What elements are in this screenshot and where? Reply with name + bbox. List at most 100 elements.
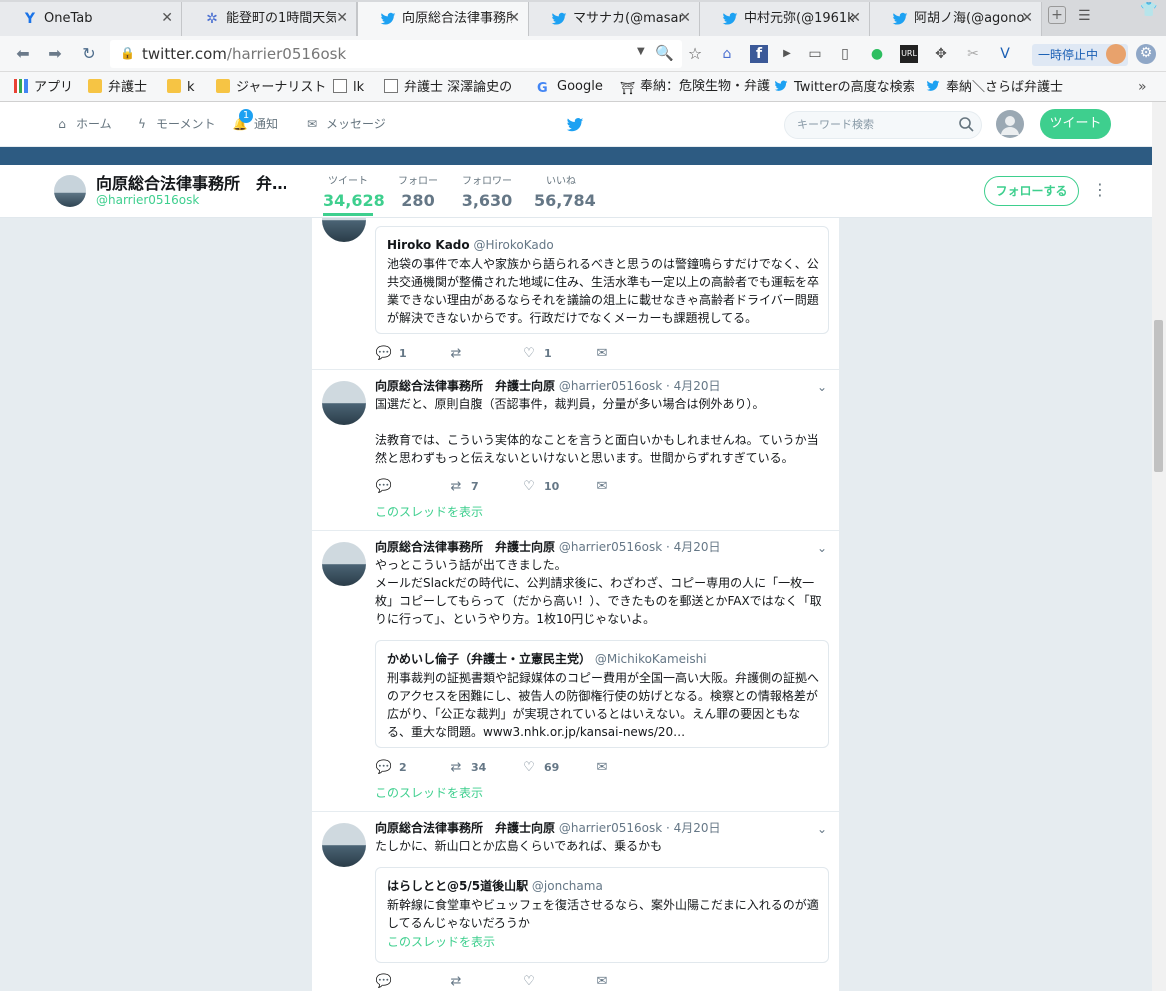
- extension-icon[interactable]: ✂: [964, 45, 982, 63]
- scrollbar[interactable]: [1152, 102, 1166, 991]
- bookmark-folder[interactable]: 弁護士: [88, 79, 147, 96]
- bookmark-page[interactable]: lk: [333, 79, 364, 96]
- retweet-button[interactable]: ⇄ 34: [447, 760, 487, 776]
- forward-icon[interactable]: ➡: [44, 44, 66, 64]
- url-shortener-icon[interactable]: URL: [900, 45, 918, 63]
- reply-button[interactable]: 💬: [375, 974, 399, 990]
- home-icon[interactable]: ⌂: [718, 45, 736, 63]
- vimium-icon[interactable]: V: [996, 45, 1014, 63]
- close-icon[interactable]: ✕: [849, 10, 861, 26]
- follow-button[interactable]: フォローする: [984, 176, 1079, 206]
- search-input[interactable]: キーワード検索: [784, 111, 982, 139]
- profile-name[interactable]: 向原総合法律事務所 弁…: [96, 175, 286, 193]
- chevron-right-icon[interactable]: »: [1138, 79, 1147, 95]
- chevron-down-icon[interactable]: ⌄: [817, 822, 827, 836]
- tweet-author-handle[interactable]: @harrier0516osk · 4月20日: [559, 379, 721, 393]
- reply-button[interactable]: 💬 2: [375, 760, 407, 776]
- profile-handle[interactable]: @harrier0516osk: [96, 193, 199, 207]
- close-icon[interactable]: ✕: [508, 10, 520, 26]
- zoom-icon[interactable]: 🔍: [655, 44, 674, 62]
- tweet-author-handle[interactable]: @harrier0516osk · 4月20日: [559, 540, 721, 554]
- new-tab-button[interactable]: +: [1048, 6, 1066, 24]
- bookmark-twitter[interactable]: 奉納＼さらば弁護士: [926, 79, 1066, 96]
- tab-weather[interactable]: ✲ 能登町の1時間天気 ✕: [182, 2, 357, 36]
- star-icon[interactable]: ☆: [686, 45, 704, 63]
- evernote-icon[interactable]: ●: [868, 45, 886, 63]
- play-icon[interactable]: ▶: [778, 45, 796, 63]
- nav-home[interactable]: ⌂ ホーム: [54, 116, 111, 132]
- quoted-tweet[interactable]: はらしとと@5/5道後山駅 @jonchama 新幹線に食堂車やビュッフェを復活…: [375, 867, 829, 963]
- show-thread-link[interactable]: このスレッドを表示: [375, 785, 483, 801]
- bookmark-twitter[interactable]: Twitterの高度な検索: [774, 79, 914, 96]
- twitter-logo-icon[interactable]: [565, 116, 585, 138]
- close-icon[interactable]: ✕: [161, 10, 173, 26]
- avatar[interactable]: [996, 110, 1024, 138]
- bookmark-page[interactable]: ⛩ 奉納：危険生物・弁護: [620, 79, 782, 95]
- retweet-button[interactable]: ⇄: [447, 346, 471, 362]
- retweet-button[interactable]: ⇄ 7: [447, 479, 479, 495]
- chevron-down-icon[interactable]: ⌄: [817, 380, 827, 394]
- quoted-tweet[interactable]: かめいし倫子（弁護士・立憲民主党） @MichikoKameishi 刑事裁判の…: [375, 640, 829, 748]
- message-button[interactable]: ✉: [593, 346, 611, 362]
- quote-show-thread-link[interactable]: このスレッドを表示: [387, 933, 819, 951]
- tweet[interactable]: 向原総合法律事務所 弁護士向原 @harrier0516osk · 4月20日 …: [312, 531, 839, 812]
- stat-tweets[interactable]: ツイート 34,628: [323, 176, 385, 211]
- tab-list-icon[interactable]: ☰: [1078, 8, 1091, 24]
- back-icon[interactable]: ⬅: [12, 44, 34, 64]
- reply-button[interactable]: 💬 1: [375, 346, 407, 362]
- tweet[interactable]: 向原総合法律事務所 弁護士向原 @harrier0516osk · 4月20日 …: [312, 370, 839, 531]
- message-button[interactable]: ✉: [593, 760, 611, 776]
- tab-onetab[interactable]: Y OneTab ✕: [0, 2, 182, 36]
- tweet[interactable]: Hiroko Kado @HirokoKado 池袋の事件で本人や家族から語られ…: [312, 218, 839, 370]
- bookmark-google[interactable]: G Google: [537, 79, 603, 96]
- show-thread-link[interactable]: このスレッドを表示: [375, 504, 483, 520]
- scrollbar-thumb[interactable]: [1154, 320, 1163, 472]
- tweet-author-name[interactable]: 向原総合法律事務所 弁護士向原: [375, 540, 555, 554]
- tweet-author-name[interactable]: 向原総合法律事務所 弁護士向原: [375, 821, 555, 835]
- facebook-icon[interactable]: f: [750, 45, 768, 63]
- tweet-avatar[interactable]: [322, 218, 366, 242]
- tab-twitter-4[interactable]: 阿胡ノ海(@agonou ✕: [870, 2, 1042, 36]
- bookmark-icon[interactable]: ▯: [836, 45, 854, 63]
- nav-moments[interactable]: ϟ モーメント: [134, 116, 216, 132]
- message-button[interactable]: ✉: [593, 974, 611, 990]
- like-button[interactable]: ♡ 10: [520, 479, 559, 495]
- like-button[interactable]: ♡ 69: [520, 760, 559, 776]
- tweet-button[interactable]: ツイート: [1040, 109, 1111, 139]
- dropdown-arrow-icon[interactable]: ▼: [637, 46, 645, 57]
- tab-active-profile[interactable]: 向原総合法律事務所 ✕: [357, 2, 529, 36]
- more-options-icon[interactable]: ⋮: [1092, 180, 1108, 200]
- tweet[interactable]: 向原総合法律事務所 弁護士向原 @harrier0516osk · 4月20日 …: [312, 812, 839, 991]
- close-icon[interactable]: ✕: [336, 10, 348, 26]
- chevron-down-icon[interactable]: ⌄: [817, 541, 827, 555]
- move-icon[interactable]: ✥: [932, 45, 950, 63]
- stat-followers[interactable]: フォロワー 3,630: [461, 176, 513, 211]
- profile-avatar[interactable]: [54, 175, 86, 207]
- close-icon[interactable]: ✕: [1021, 10, 1033, 26]
- tab-twitter-3[interactable]: 中村元弥(@1961k ✕: [700, 2, 870, 36]
- quoted-tweet[interactable]: Hiroko Kado @HirokoKado 池袋の事件で本人や家族から語られ…: [375, 226, 829, 334]
- address-bar[interactable]: 🔒 twitter.com/harrier0516osk ▼ 🔍: [110, 40, 682, 68]
- inbox-icon[interactable]: ▭: [806, 45, 824, 63]
- stat-following[interactable]: フォロー 280: [396, 176, 440, 211]
- reply-button[interactable]: 💬: [375, 479, 399, 495]
- bookmark-folder[interactable]: ジャーナリスト: [216, 79, 326, 96]
- tweet-avatar[interactable]: [322, 823, 366, 867]
- reload-icon[interactable]: ↻: [78, 44, 100, 64]
- tweet-author-name[interactable]: 向原総合法律事務所 弁護士向原: [375, 379, 555, 393]
- like-button[interactable]: ♡ 1: [520, 346, 551, 362]
- tweet-avatar[interactable]: [322, 542, 366, 586]
- tweet-avatar[interactable]: [322, 381, 366, 425]
- tab-twitter-2[interactable]: マサナカ(@masana ✕: [529, 2, 700, 36]
- retweet-button[interactable]: ⇄: [447, 974, 471, 990]
- search-icon[interactable]: [958, 116, 974, 132]
- bookmark-folder[interactable]: k: [167, 79, 195, 96]
- profile-avatar-icon[interactable]: [1106, 44, 1126, 64]
- bookmark-page[interactable]: 弁護士 深澤論史の: [384, 79, 524, 96]
- nav-messages[interactable]: ✉ メッセージ: [304, 116, 386, 132]
- message-button[interactable]: ✉: [593, 479, 611, 495]
- bookmark-apps[interactable]: アプリ: [14, 79, 73, 96]
- close-icon[interactable]: ✕: [679, 10, 691, 26]
- tweet-author-handle[interactable]: @harrier0516osk · 4月20日: [559, 821, 721, 835]
- like-button[interactable]: ♡: [520, 974, 544, 990]
